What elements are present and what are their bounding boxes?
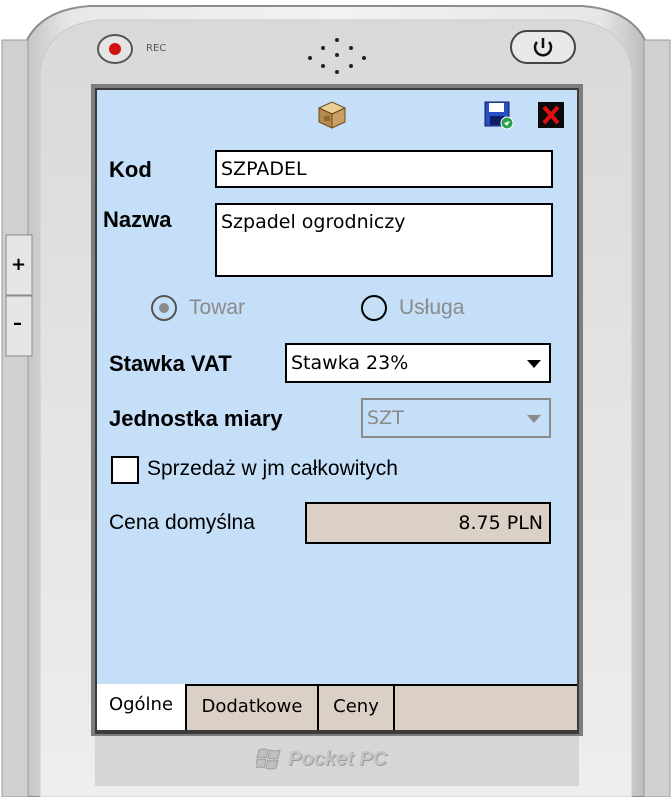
vat-select-value: Stawka 23%	[291, 352, 409, 374]
brand-text: Pocket PC	[288, 748, 387, 770]
power-icon	[510, 30, 576, 64]
kod-input[interactable]: SZPADEL	[215, 150, 553, 188]
app-screen: Kod SZPADEL Nazwa Szpadel ogrodniczy Tow…	[97, 90, 577, 730]
power-button[interactable]	[510, 30, 576, 64]
radio-towar-dot	[159, 303, 169, 313]
record-icon	[97, 34, 133, 64]
unit-select[interactable]: SZT	[361, 398, 551, 438]
price-label: Cena domyślna	[109, 511, 255, 534]
nazwa-label: Nazwa	[103, 207, 172, 232]
tab-ogolne[interactable]: Ogólne	[97, 684, 187, 730]
vat-select[interactable]: Stawka 23%	[285, 343, 551, 383]
tab-dodatkowe[interactable]: Dodatkowe	[187, 686, 319, 730]
unit-label: Jednostka miary	[109, 406, 283, 431]
save-icon	[484, 101, 514, 130]
radio-towar-label: Towar	[189, 296, 246, 319]
integer-sale-label: Sprzedaż w jm całkowitych	[147, 457, 398, 480]
chevron-down-icon	[527, 360, 541, 368]
close-icon	[538, 102, 564, 128]
chevron-down-icon	[527, 415, 541, 423]
close-button[interactable]	[537, 100, 565, 130]
radio-usluga[interactable]	[361, 295, 387, 321]
record-button[interactable]	[97, 34, 133, 64]
nazwa-input[interactable]: Szpadel ogrodniczy	[215, 203, 553, 277]
tab-bar: Ogólne Dodatkowe Ceny	[97, 684, 577, 730]
volume-up-button[interactable]: +	[11, 254, 26, 275]
price-field: 8.75 PLN	[305, 502, 551, 544]
radio-usluga-label: Usługa	[399, 296, 465, 319]
radio-towar[interactable]	[151, 295, 177, 321]
kod-label: Kod	[109, 157, 152, 182]
integer-sale-checkbox[interactable]	[111, 456, 139, 484]
save-button[interactable]	[483, 100, 515, 130]
tab-ceny[interactable]: Ceny	[319, 686, 395, 730]
unit-select-value: SZT	[367, 407, 404, 429]
volume-down-button[interactable]: –	[13, 313, 22, 334]
vat-label: Stawka VAT	[109, 351, 232, 376]
package-icon	[315, 98, 349, 130]
rec-label: REC	[146, 43, 167, 54]
windows-logo-icon	[256, 748, 281, 770]
